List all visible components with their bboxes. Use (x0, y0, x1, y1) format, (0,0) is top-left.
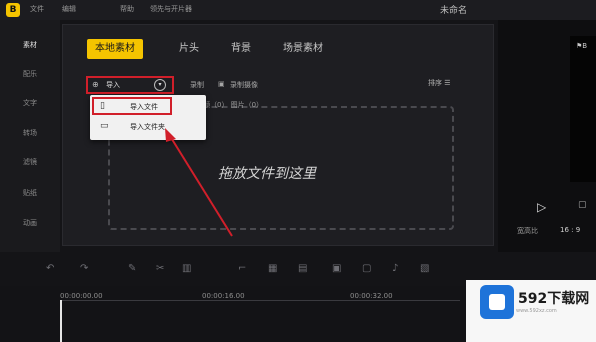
aspect-ratio-select[interactable]: 16 : 9 (560, 226, 580, 234)
delete-icon[interactable]: ▥ (182, 263, 191, 274)
import-folder-label: 导入文件夹 (130, 123, 165, 131)
sidebar-item-sticker[interactable]: 贴纸 (0, 188, 60, 198)
preview-video (570, 36, 596, 182)
title-bar: B 文件 编辑 帮助 领先与开片器 未命名 (0, 0, 596, 20)
tab-intro[interactable]: 片头 (171, 39, 207, 59)
file-icon: ▯ (100, 101, 105, 111)
sidebar-item-animation[interactable]: 动画 (0, 218, 60, 228)
watermark-brand: 592下载网 (518, 291, 590, 307)
menu-help[interactable]: 帮助 (120, 4, 134, 14)
aspect-ratio-label: 宽高比 (517, 227, 538, 235)
menu-item-import-folder[interactable]: ▭ 导入文件夹 (90, 117, 206, 137)
window-title: 未命名 (440, 6, 468, 16)
watermark-logo-icon (480, 285, 514, 319)
menu-item-import-file[interactable]: ▯ 导入文件 (90, 97, 206, 117)
sort-button[interactable]: 排序 ☰ (428, 78, 451, 88)
crop-icon[interactable]: ⌐ (238, 263, 246, 274)
split-icon[interactable]: ✂ (156, 263, 164, 274)
import-icon: ⊕ (92, 80, 99, 89)
tab-local-media[interactable]: 本地素材 (87, 39, 143, 59)
tab-background[interactable]: 背景 (223, 39, 259, 59)
import-label: 导入 (106, 81, 120, 89)
folder-icon: ▭ (100, 121, 109, 131)
settings-icon[interactable]: ▧ (420, 263, 429, 274)
tick-label: 00:00:16.00 (202, 292, 245, 300)
watermark-url: www.592xz.com (516, 308, 557, 314)
sort-label: 排序 (428, 79, 442, 87)
record-button[interactable]: 录制 (190, 80, 204, 90)
sidebar-item-transition[interactable]: 转场 (0, 128, 60, 138)
camera-icon[interactable]: ▣ (218, 80, 225, 88)
menu-edit[interactable]: 编辑 (62, 4, 76, 14)
import-button[interactable]: ⊕ 导入 ▾ (86, 76, 174, 94)
freeze-icon[interactable]: ▣ (332, 263, 341, 274)
import-dropdown-icon[interactable]: ▾ (154, 79, 166, 91)
sidebar-item-filter[interactable]: 滤镜 (0, 157, 60, 167)
snapshot-icon[interactable]: ▢ (362, 263, 371, 274)
sidebar-item-text[interactable]: 文字 (0, 98, 60, 108)
speed-icon[interactable]: ▤ (298, 263, 307, 274)
tick-label: 00:00:00.00 (60, 292, 103, 300)
ruler-line (60, 300, 460, 301)
drop-zone-text: 拖放文件到这里 (218, 166, 316, 182)
playhead[interactable] (60, 300, 62, 342)
record-camera-button[interactable]: 录制摄像 (230, 80, 258, 90)
play-icon[interactable]: ▷ (537, 200, 546, 214)
import-dropdown-menu: ▯ 导入文件 ▭ 导入文件夹 (90, 95, 206, 140)
preview-logo-icon: ⚑B (576, 42, 588, 50)
app-logo-icon: B (6, 3, 20, 17)
menu-extra[interactable]: 领先与开片器 (150, 4, 192, 14)
media-filters: 视频（0） 图片（0） (196, 101, 264, 109)
import-file-label: 导入文件 (130, 103, 158, 111)
sidebar-item-music[interactable]: 配乐 (0, 69, 60, 79)
fullscreen-icon[interactable]: ▢ (578, 200, 587, 210)
tab-scene-media[interactable]: 场景素材 (275, 39, 331, 59)
list-icon: ☰ (444, 79, 451, 87)
redo-icon[interactable]: ↷ (80, 263, 88, 274)
undo-icon[interactable]: ↶ (46, 263, 54, 274)
menu-file[interactable]: 文件 (30, 4, 44, 14)
tick-label: 00:00:32.00 (350, 292, 393, 300)
pen-icon[interactable]: ✎ (128, 263, 136, 274)
mic-icon[interactable]: ♪ (392, 263, 398, 274)
left-sidebar: 素材 配乐 文字 转场 滤镜 贴纸 动画 (0, 20, 60, 252)
sidebar-item-media[interactable]: 素材 (0, 40, 60, 50)
mosaic-icon[interactable]: ▦ (268, 263, 277, 274)
